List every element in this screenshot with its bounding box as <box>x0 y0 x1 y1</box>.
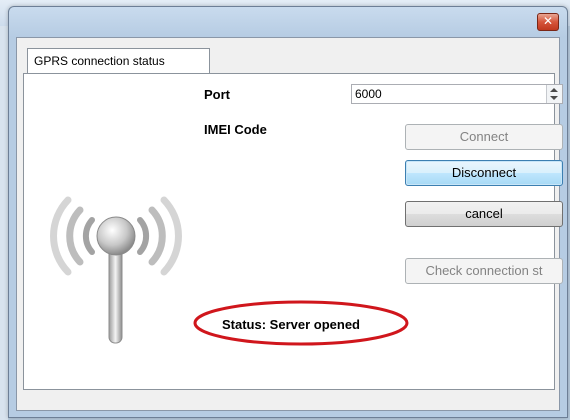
antenna-pole <box>108 247 123 344</box>
cancel-button[interactable]: cancel <box>405 201 563 227</box>
desktop-edge <box>0 26 8 420</box>
spin-down-arrow-icon[interactable] <box>550 96 558 100</box>
close-x-icon: ✕ <box>542 14 554 28</box>
close-button[interactable]: ✕ <box>537 13 559 31</box>
imei-code-label: IMEI Code <box>204 122 267 137</box>
tab-gprs-connection-status[interactable]: GPRS connection status <box>27 48 210 73</box>
signal-wave-right-inner <box>137 217 150 255</box>
gprs-dialog-window: ✕ GPRS connection status Port 6000 IMEI … <box>8 6 568 418</box>
signal-wave-right-middle <box>148 206 166 266</box>
signal-wave-right-outer <box>160 196 182 276</box>
signal-wave-left-outer <box>50 196 72 276</box>
signal-wave-left-middle <box>66 206 84 266</box>
tab-page: Port 6000 IMEI Code Connect Disconnect c… <box>23 73 563 390</box>
disconnect-button[interactable]: Disconnect <box>405 160 563 186</box>
antenna-ball <box>96 216 136 256</box>
port-spinner[interactable] <box>546 85 562 103</box>
check-connection-button[interactable]: Check connection st <box>405 258 563 284</box>
port-value: 6000 <box>355 87 382 101</box>
signal-wave-left-inner <box>82 217 95 255</box>
dialog-client-area: GPRS connection status Port 6000 IMEI Co… <box>16 37 563 411</box>
port-label: Port <box>204 87 230 102</box>
antenna-signal-icon <box>50 196 182 344</box>
port-numeric-input[interactable]: 6000 <box>351 84 563 104</box>
connect-button[interactable]: Connect <box>405 124 563 150</box>
spin-up-arrow-icon[interactable] <box>550 88 558 92</box>
status-text: Status: Server opened <box>222 317 360 332</box>
